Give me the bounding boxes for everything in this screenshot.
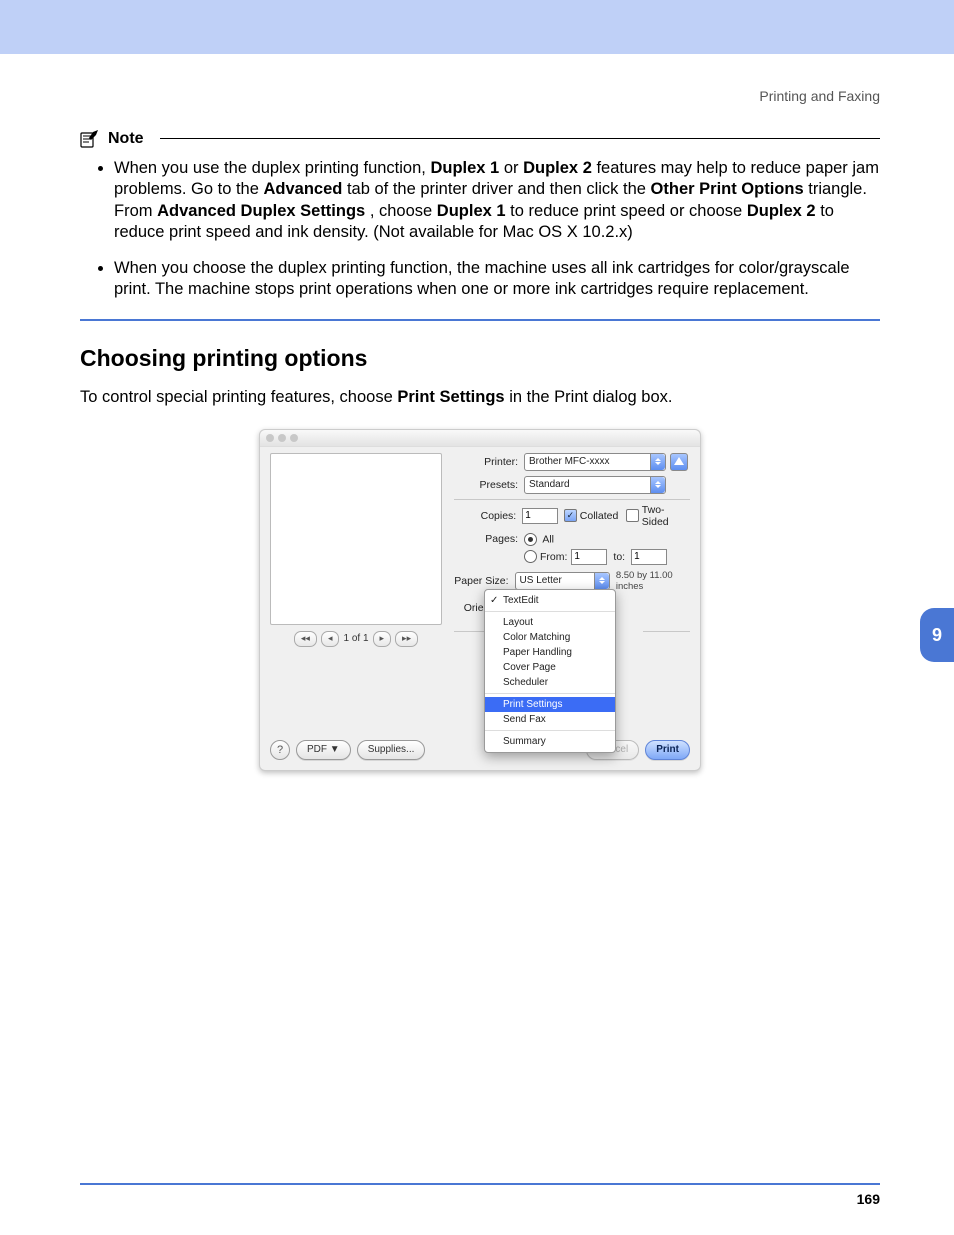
pager-first-button[interactable]: ◂◂ <box>294 631 317 647</box>
dropdown-item[interactable]: Send Fax <box>485 712 615 727</box>
pane-dropdown[interactable]: ✓TextEdit Layout Color Matching Paper Ha… <box>484 589 616 753</box>
two-sided-label: Two-Sided <box>642 504 690 528</box>
traffic-light[interactable] <box>266 434 274 442</box>
footer-rule <box>80 1183 880 1185</box>
print-preview <box>270 453 442 625</box>
pager-next-button[interactable]: ▸ <box>373 631 392 647</box>
pdf-menu-button[interactable]: PDF ▼ <box>296 740 351 760</box>
paper-size-label: Paper Size: <box>454 575 509 587</box>
note-icon <box>80 130 100 148</box>
dropdown-item[interactable]: Summary <box>485 734 615 749</box>
section-heading: Choosing printing options <box>80 345 880 372</box>
traffic-light[interactable] <box>290 434 298 442</box>
two-sided-checkbox[interactable] <box>626 509 639 522</box>
print-dialog: ◂◂ ◂ 1 of 1 ▸ ▸▸ Printer: <box>259 429 701 771</box>
preview-pager: ◂◂ ◂ 1 of 1 ▸ ▸▸ <box>270 631 442 647</box>
dropdown-item[interactable]: Scheduler <box>485 675 615 690</box>
section-intro: To control special printing features, ch… <box>80 388 880 407</box>
running-header: Printing and Faxing <box>759 88 880 104</box>
printer-label: Printer: <box>454 456 518 468</box>
pager-prev-button[interactable]: ◂ <box>321 631 340 647</box>
pages-all-radio[interactable] <box>524 533 537 546</box>
pager-last-button[interactable]: ▸▸ <box>395 631 418 647</box>
dropdown-item[interactable]: ✓TextEdit <box>485 593 615 608</box>
note-list: When you use the duplex printing functio… <box>114 158 880 301</box>
printer-info-button[interactable] <box>670 453 688 471</box>
pages-range-radio[interactable] <box>524 550 537 563</box>
page-top-banner <box>0 0 954 54</box>
collated-label: Collated <box>580 510 619 522</box>
paper-size-select[interactable]: US Letter <box>515 572 610 590</box>
dropdown-item[interactable]: Paper Handling <box>485 645 615 660</box>
print-button[interactable]: Print <box>645 740 690 760</box>
dropdown-item[interactable]: Color Matching <box>485 630 615 645</box>
note-item: When you use the duplex printing functio… <box>114 158 880 244</box>
pages-all-label: All <box>542 533 554 545</box>
dropdown-item[interactable]: Cover Page <box>485 660 615 675</box>
copies-input[interactable] <box>522 508 558 524</box>
help-button[interactable]: ? <box>270 740 290 760</box>
dropdown-item[interactable]: Layout <box>485 615 615 630</box>
note-item: When you choose the duplex printing func… <box>114 258 880 301</box>
traffic-light[interactable] <box>278 434 286 442</box>
supplies-button[interactable]: Supplies... <box>357 740 426 760</box>
presets-select[interactable]: Standard <box>524 476 666 494</box>
note-heading: Note <box>108 130 144 148</box>
pages-to-input[interactable] <box>631 549 667 565</box>
printer-select[interactable]: Brother MFC-xxxx <box>524 453 666 471</box>
chapter-tab: 9 <box>920 608 954 662</box>
collated-checkbox[interactable] <box>564 509 577 522</box>
presets-label: Presets: <box>454 479 518 491</box>
copies-label: Copies: <box>454 510 516 522</box>
pager-status: 1 of 1 <box>343 633 368 644</box>
dropdown-item-selected[interactable]: Print Settings <box>485 697 615 712</box>
page-number: 169 <box>857 1191 880 1207</box>
pages-to-label: to: <box>613 551 625 563</box>
note-rule <box>160 138 880 139</box>
pages-from-input[interactable] <box>571 549 607 565</box>
dialog-titlebar[interactable] <box>260 430 700 447</box>
pages-label: Pages: <box>454 533 518 545</box>
pages-from-label: From: <box>540 551 567 563</box>
section-divider <box>80 319 880 321</box>
paper-dimensions: 8.50 by 11.00 inches <box>616 570 690 592</box>
